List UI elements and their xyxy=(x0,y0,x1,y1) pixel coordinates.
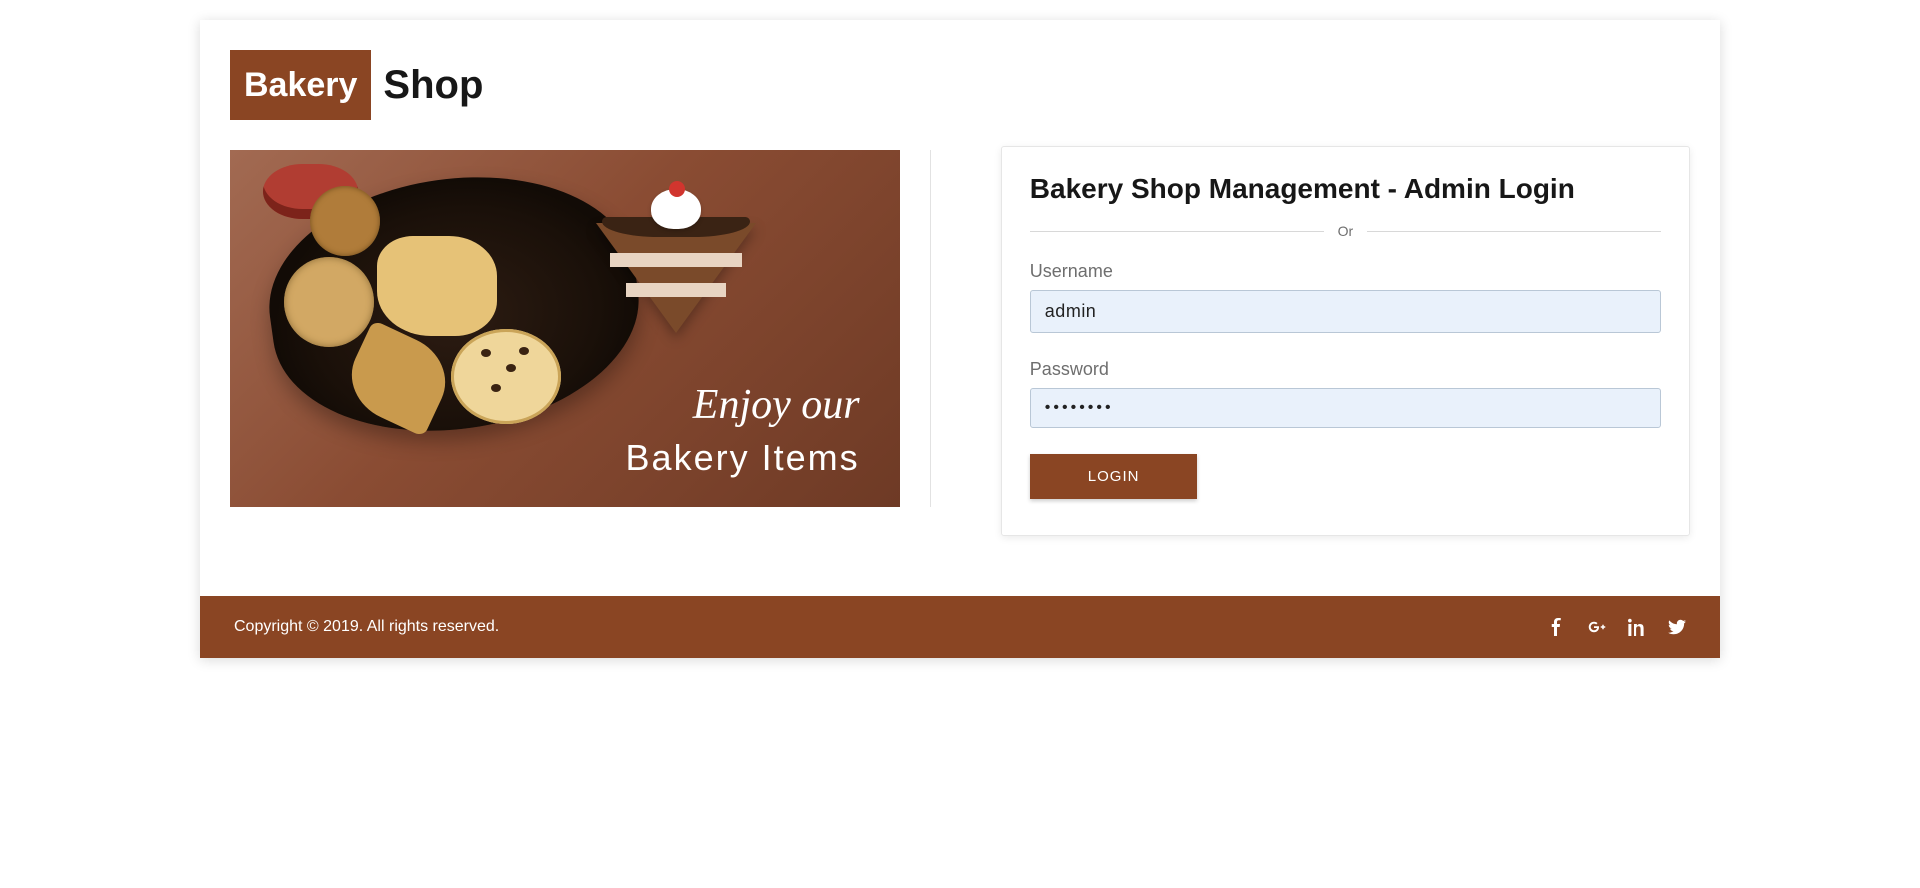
twitter-icon xyxy=(1668,618,1686,636)
username-field-group: Username xyxy=(1030,261,1661,333)
cookie-shape xyxy=(310,186,380,256)
divider-label: Or xyxy=(1338,223,1354,239)
login-heading: Bakery Shop Management - Admin Login xyxy=(1030,173,1661,205)
main-columns: Enjoy our Bakery Items Bakery Shop Manag… xyxy=(230,150,1690,596)
hero-sub-text: Bakery Items xyxy=(626,437,860,479)
password-label: Password xyxy=(1030,359,1661,380)
linkedin-link[interactable] xyxy=(1628,618,1646,636)
page-container: Bakery Shop xyxy=(200,20,1720,658)
cookie-shape xyxy=(284,257,374,347)
username-label: Username xyxy=(1030,261,1661,282)
login-divider: Or xyxy=(1030,223,1661,239)
facebook-link[interactable] xyxy=(1548,618,1566,636)
password-input[interactable] xyxy=(1030,388,1661,428)
facebook-icon xyxy=(1548,618,1566,636)
google-plus-icon xyxy=(1588,618,1606,636)
brand-badge: Bakery xyxy=(230,50,371,120)
brand-text: Shop xyxy=(383,50,483,120)
social-links xyxy=(1548,618,1686,636)
footer-copyright: Copyright © 2019. All rights reserved. xyxy=(234,618,499,636)
footer: Copyright © 2019. All rights reserved. xyxy=(200,596,1720,658)
login-button[interactable]: LOGIN xyxy=(1030,454,1198,499)
password-field-group: Password xyxy=(1030,359,1661,428)
brand-logo: Bakery Shop xyxy=(230,50,1690,120)
hero-script-text: Enjoy our xyxy=(693,381,860,429)
login-panel: Bakery Shop Management - Admin Login Or … xyxy=(1001,146,1690,536)
hero-image: Enjoy our Bakery Items xyxy=(230,150,900,507)
linkedin-icon xyxy=(1628,618,1646,636)
cake-shape xyxy=(596,193,766,343)
twitter-link[interactable] xyxy=(1668,618,1686,636)
username-input[interactable] xyxy=(1030,290,1661,333)
hero-column: Enjoy our Bakery Items xyxy=(230,150,931,507)
cookie-shape xyxy=(451,329,561,424)
cookie-shape xyxy=(377,236,497,336)
google-plus-link[interactable] xyxy=(1588,618,1606,636)
